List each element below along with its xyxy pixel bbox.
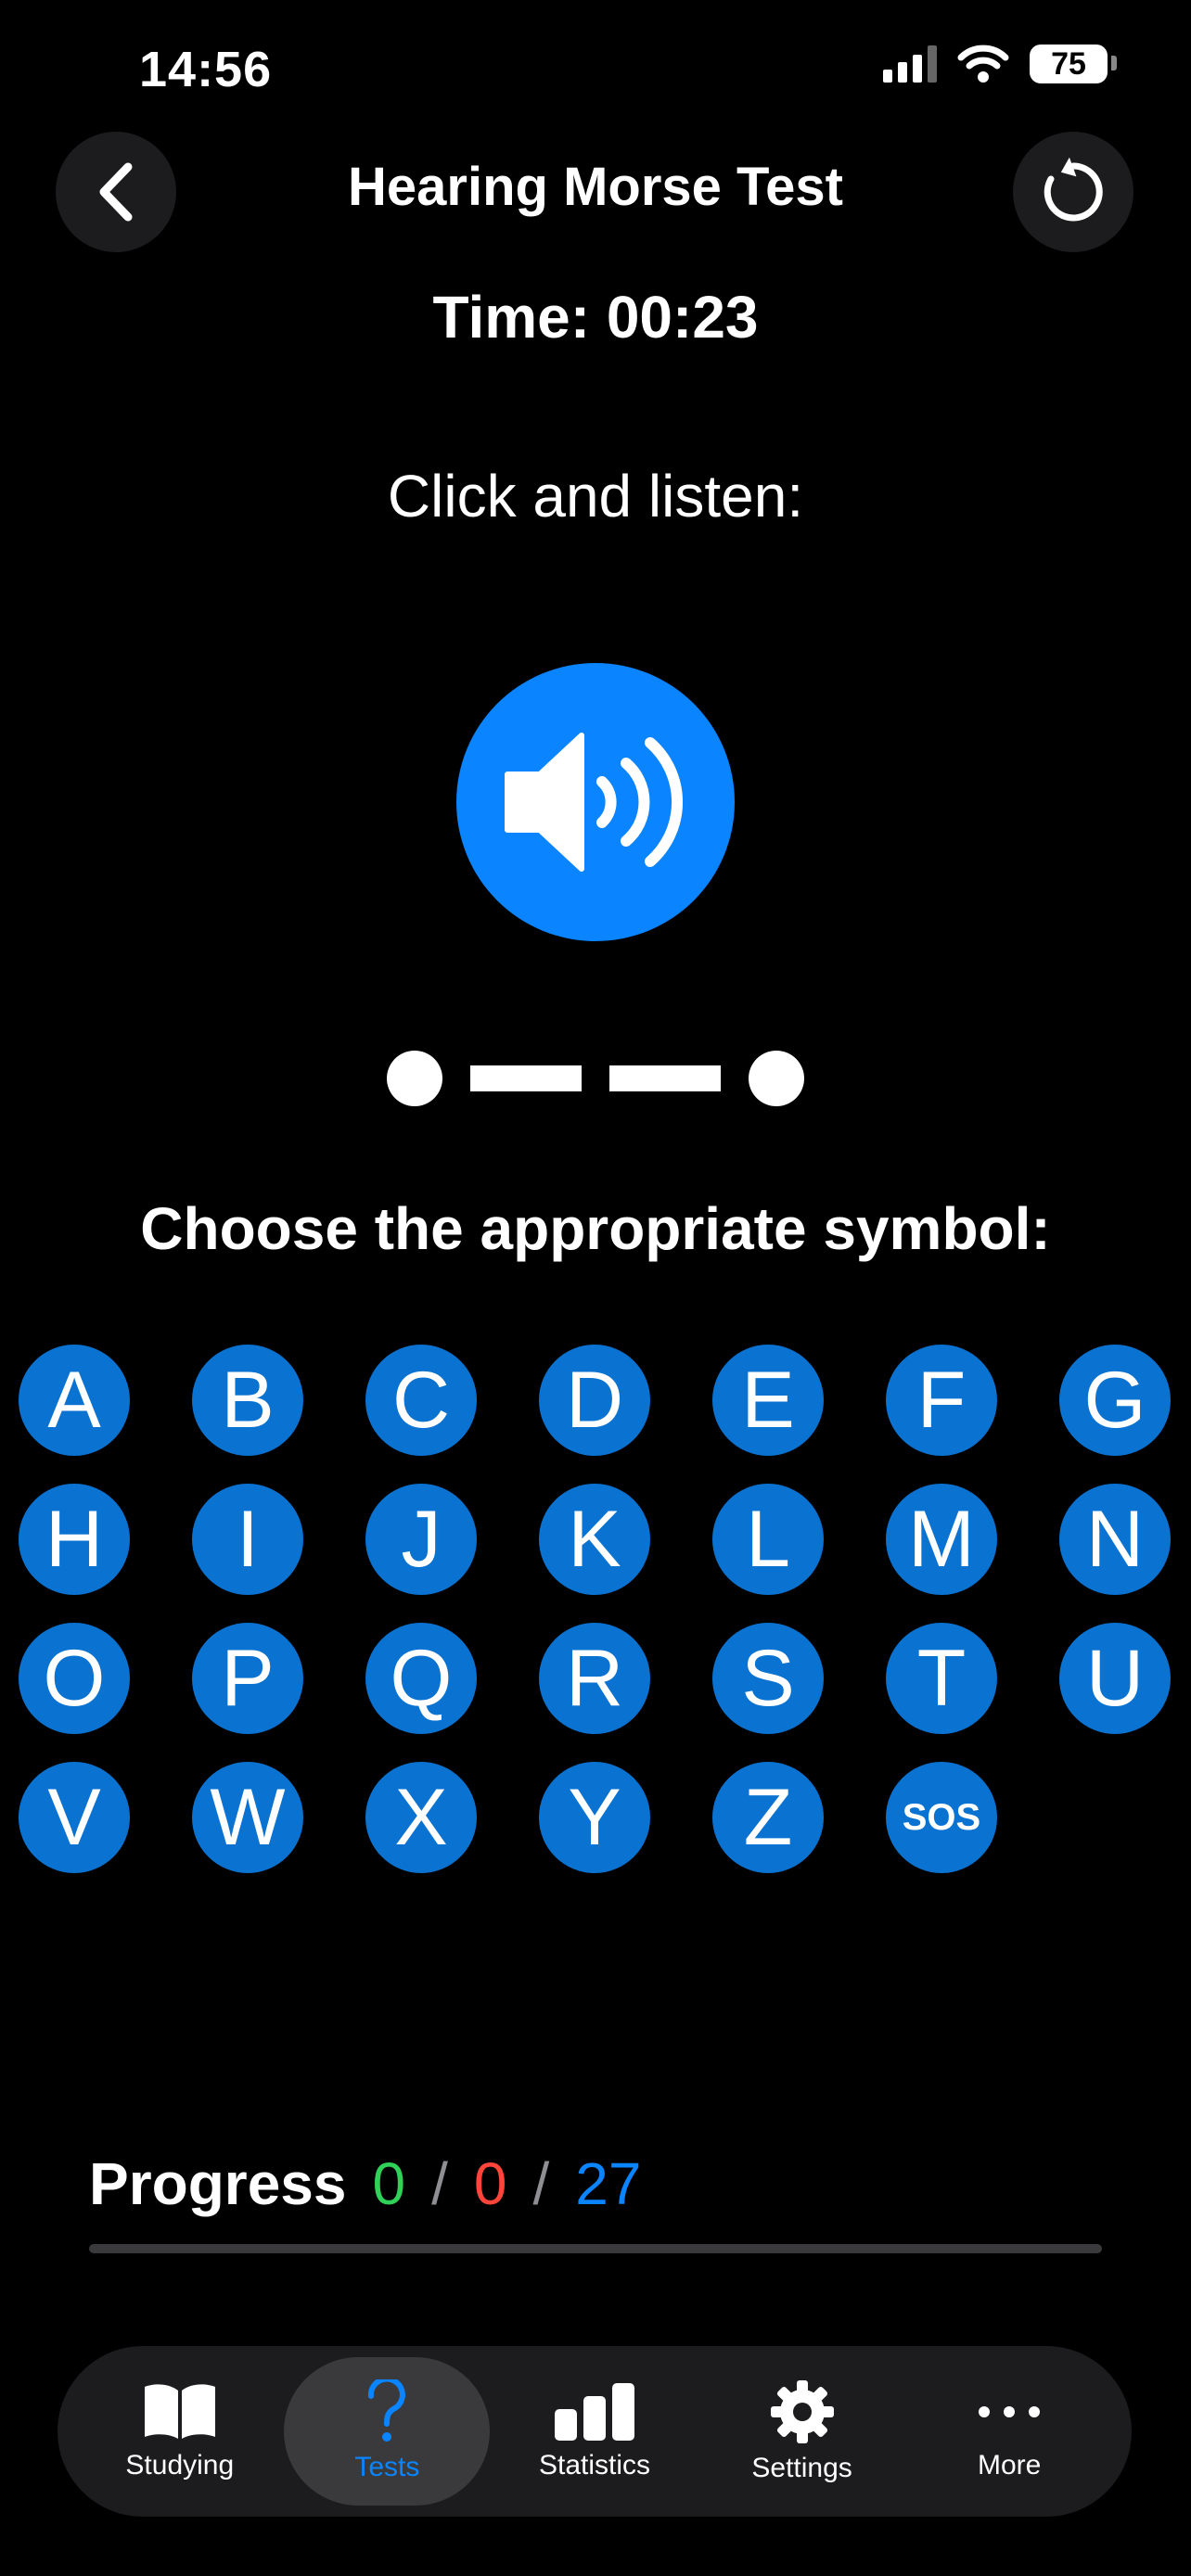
tab-settings[interactable]: Settings xyxy=(699,2357,905,2506)
tab-label: Settings xyxy=(751,2453,852,2483)
tab-label: Tests xyxy=(354,2452,420,2482)
symbol-key-t[interactable]: T xyxy=(886,1623,997,1734)
speaker-wave-icon xyxy=(505,733,683,872)
play-sound-button[interactable] xyxy=(456,663,735,941)
listen-prompt: Click and listen: xyxy=(387,463,804,529)
symbol-key-b[interactable]: B xyxy=(192,1345,303,1456)
symbol-key-g[interactable]: G xyxy=(1059,1345,1171,1456)
gear-icon xyxy=(770,2380,834,2443)
timer-text: Time: 00:23 xyxy=(432,284,759,351)
symbol-key-o[interactable]: O xyxy=(19,1623,130,1734)
symbol-key-k[interactable]: K xyxy=(539,1484,650,1595)
morse-dash xyxy=(609,1065,721,1091)
progress-bar xyxy=(89,2244,1102,2253)
tab-more[interactable]: More xyxy=(906,2357,1112,2506)
symbol-key-d[interactable]: D xyxy=(539,1345,650,1456)
symbol-key-i[interactable]: I xyxy=(192,1484,303,1595)
signal-icon xyxy=(883,45,937,83)
symbol-key-y[interactable]: Y xyxy=(539,1762,650,1873)
tab-statistics[interactable]: Statistics xyxy=(492,2357,698,2506)
symbol-key-a[interactable]: A xyxy=(19,1345,130,1456)
morse-dash xyxy=(470,1065,582,1091)
symbol-key-p[interactable]: P xyxy=(192,1623,303,1734)
progress-separator: / xyxy=(431,2150,448,2217)
progress-row: Progress 0 / 0 / 27 xyxy=(89,2149,641,2218)
restart-button[interactable] xyxy=(1013,132,1133,252)
symbol-key-m[interactable]: M xyxy=(886,1484,997,1595)
tab-tests[interactable]: Tests xyxy=(284,2357,491,2506)
progress-separator: / xyxy=(532,2150,550,2217)
symbol-key-sos[interactable]: SOS xyxy=(886,1762,997,1873)
symbol-grid: A B C D E F G H I J K L M N O P Q R S T U V W X Y Z SOS xyxy=(19,1345,1172,1873)
tab-label: Studying xyxy=(125,2450,235,2480)
tab-studying[interactable]: Studying xyxy=(77,2357,283,2506)
choose-prompt: Choose the appropriate symbol: xyxy=(140,1195,1051,1262)
symbol-key-u[interactable]: U xyxy=(1059,1623,1171,1734)
morse-code-display xyxy=(0,1051,1191,1106)
symbol-key-r[interactable]: R xyxy=(539,1623,650,1734)
symbol-key-l[interactable]: L xyxy=(712,1484,824,1595)
symbol-key-h[interactable]: H xyxy=(19,1484,130,1595)
symbol-key-j[interactable]: J xyxy=(365,1484,477,1595)
tab-label: Statistics xyxy=(538,2450,650,2480)
morse-dot xyxy=(387,1051,442,1106)
ellipsis-icon xyxy=(979,2406,1041,2417)
tab-bar: Studying Tests Statistics Settings More xyxy=(58,2346,1132,2517)
symbol-key-n[interactable]: N xyxy=(1059,1484,1171,1595)
tab-label: More xyxy=(977,2450,1042,2480)
wifi-icon xyxy=(957,45,1009,83)
progress-label: Progress xyxy=(89,2150,347,2217)
bar-chart-icon xyxy=(554,2383,634,2441)
battery-icon: 75 xyxy=(1030,45,1117,83)
morse-dot xyxy=(749,1051,804,1106)
symbol-key-c[interactable]: C xyxy=(365,1345,477,1456)
symbol-key-q[interactable]: Q xyxy=(365,1623,477,1734)
symbol-key-z[interactable]: Z xyxy=(712,1762,824,1873)
symbol-key-s[interactable]: S xyxy=(712,1623,824,1734)
book-icon xyxy=(144,2384,215,2439)
question-icon xyxy=(368,2379,406,2442)
status-icons: 75 xyxy=(883,45,1117,83)
progress-wrong: 0 xyxy=(473,2150,507,2217)
symbol-key-w[interactable]: W xyxy=(192,1762,303,1873)
restart-icon xyxy=(1044,157,1103,222)
symbol-key-e[interactable]: E xyxy=(712,1345,824,1456)
progress-correct: 0 xyxy=(372,2150,406,2217)
symbol-key-f[interactable]: F xyxy=(886,1345,997,1456)
symbol-key-v[interactable]: V xyxy=(19,1762,130,1873)
progress-total: 27 xyxy=(575,2150,642,2217)
symbol-key-x[interactable]: X xyxy=(365,1762,477,1873)
status-time: 14:56 xyxy=(139,42,273,97)
